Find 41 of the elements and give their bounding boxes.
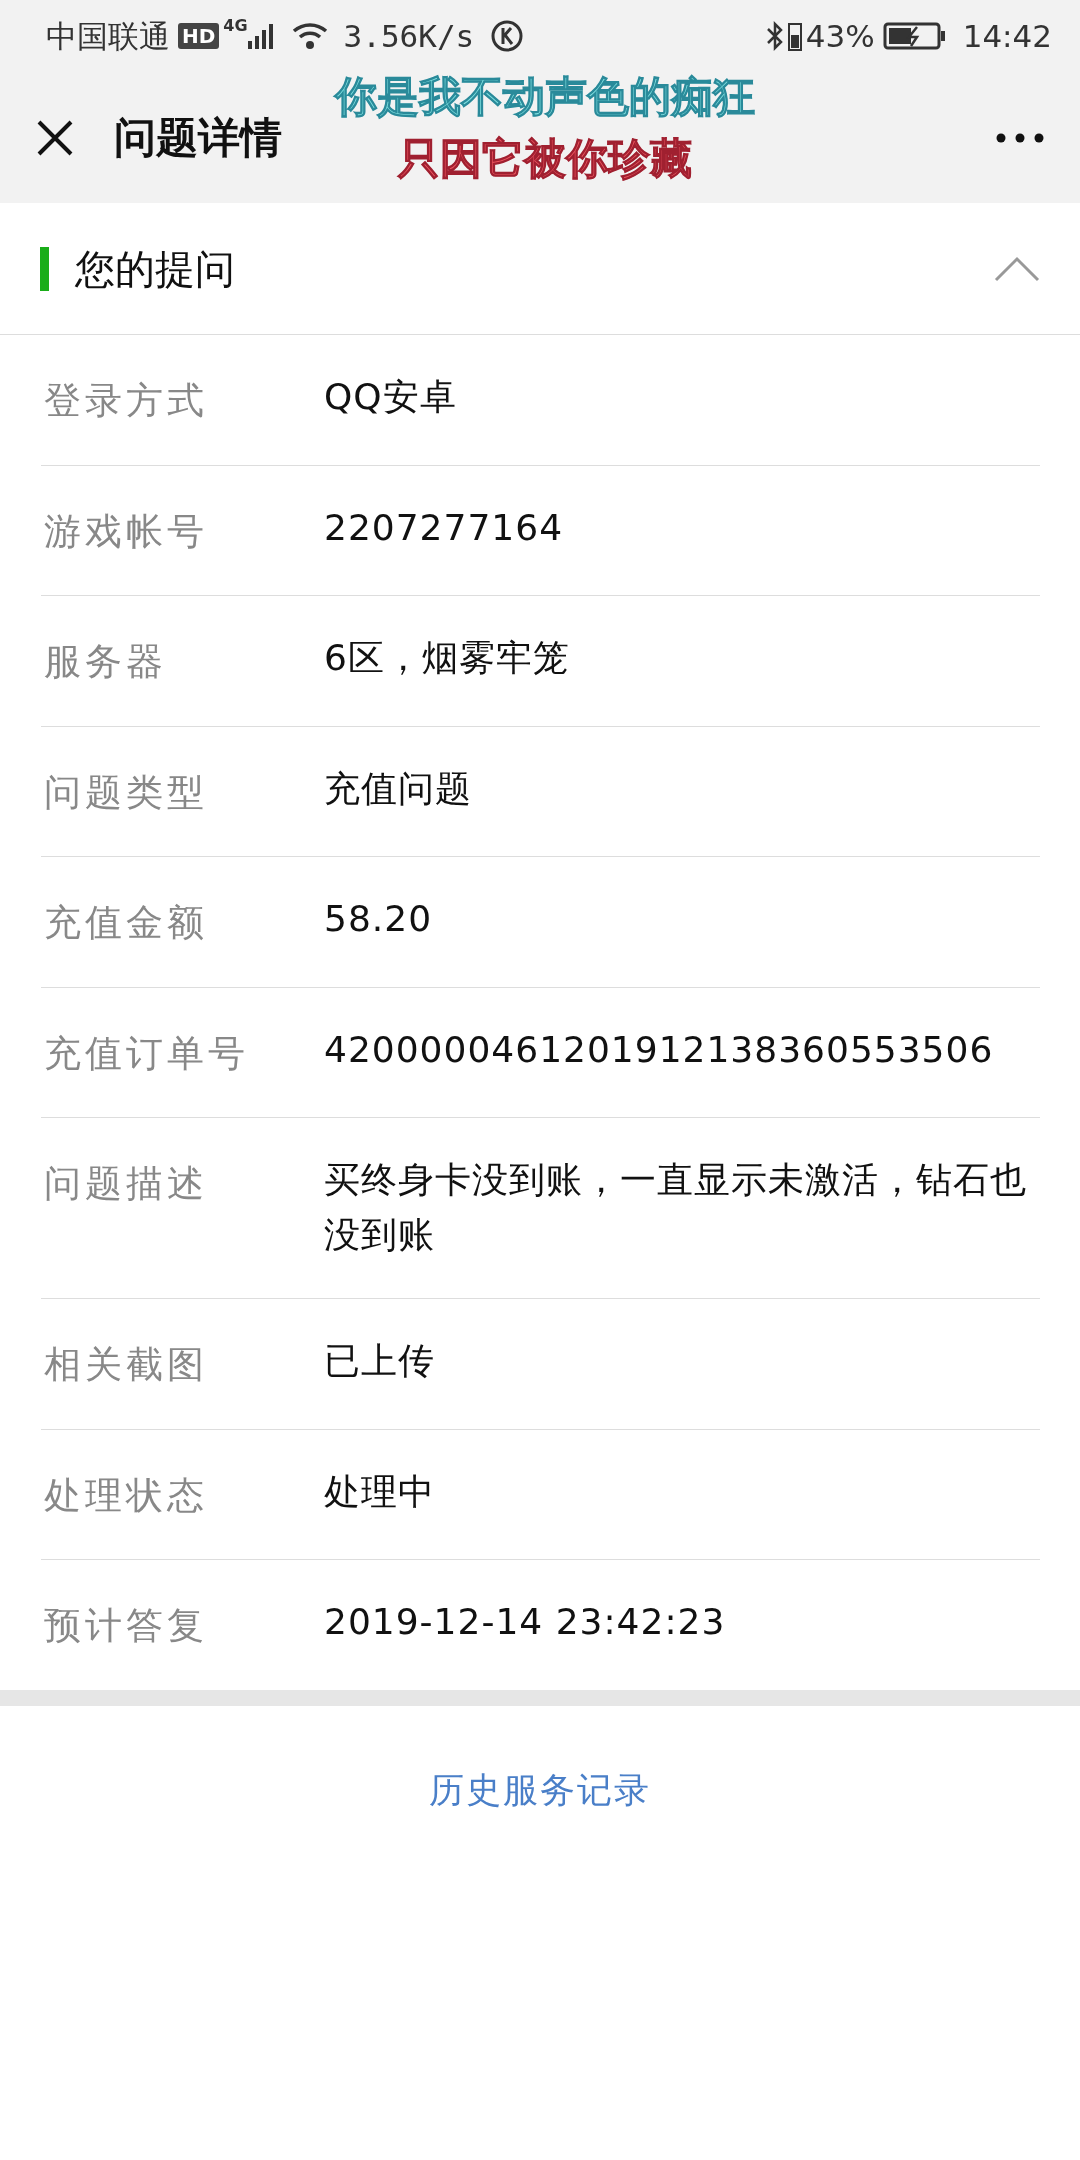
field-label: 充值订单号 — [44, 1030, 250, 1077]
k-circle-icon — [490, 19, 525, 53]
field-label: 问题类型 — [44, 769, 209, 816]
battery-icon-small — [787, 21, 802, 51]
field-label: 处理状态 — [44, 1472, 209, 1519]
hd-indicator: HD — [178, 23, 220, 49]
clock-time: 14:42 — [962, 16, 1052, 56]
field-value: 充值问题 — [324, 766, 472, 811]
network-speed: 3.56K/s — [343, 16, 475, 56]
field-label: 相关截图 — [44, 1342, 209, 1388]
accent-bar — [40, 246, 49, 291]
section-title: 您的提问 — [75, 244, 235, 294]
page-title: 问题详情 — [114, 112, 282, 164]
field-value: 58.20 — [324, 897, 433, 941]
wifi-icon — [291, 22, 328, 50]
field-label: 问题描述 — [44, 1161, 209, 1207]
field-value: 买终身卡没到账，一直显示未激活，钻石也没到账 — [324, 1158, 1028, 1257]
more-icon[interactable] — [996, 132, 1044, 143]
field-label: 充值金额 — [44, 900, 209, 946]
field-value: 处理中 — [324, 1469, 435, 1514]
close-icon[interactable] — [36, 118, 74, 157]
signal-icon — [247, 21, 276, 51]
field-label: 登录方式 — [44, 378, 209, 424]
field-value: 2207277164 — [324, 505, 564, 550]
battery-charging-icon — [882, 21, 947, 51]
overlay-caption: 只因它被你珍藏 — [398, 134, 692, 183]
carrier-name: 中国联通 — [46, 16, 170, 56]
field-label: 游戏帐号 — [44, 508, 209, 555]
field-value: 4200000461201912138360553506 — [324, 1027, 994, 1072]
field-label: 服务器 — [44, 639, 168, 685]
battery-percent: 43% — [805, 16, 875, 56]
field-value: QQ安卓 — [324, 375, 457, 419]
bluetooth-icon — [765, 21, 784, 51]
overlay-caption: 你是我不动声色的痴狂 — [335, 72, 755, 121]
history-link[interactable]: 历史服务记录 — [429, 1769, 651, 1810]
field-value: 已上传 — [324, 1339, 435, 1383]
field-value: 6区，烟雾牢笼 — [324, 636, 570, 680]
field-label: 预计答复 — [44, 1603, 209, 1649]
field-value: 2019-12-14 23:42:23 — [324, 1600, 726, 1644]
chevron-icon[interactable] — [994, 255, 1040, 282]
network-type: 4G — [223, 15, 248, 37]
